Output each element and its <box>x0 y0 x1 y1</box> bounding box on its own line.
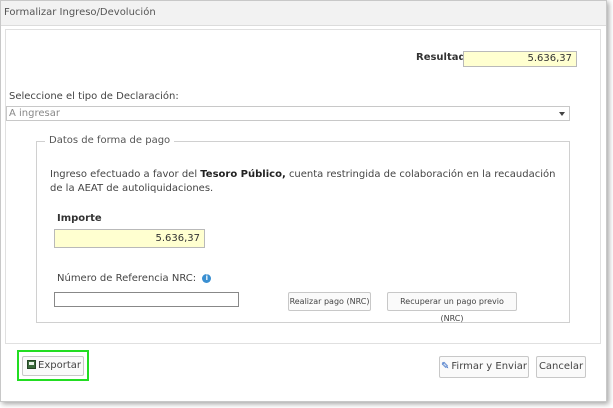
recuperar-pago-button[interactable]: Recuperar un pago previo (NRC) <box>387 292 517 323</box>
importe-field: 5.636,37 <box>54 229 205 248</box>
info-icon[interactable]: i <box>202 273 212 283</box>
nrc-label-text: Número de Referencia NRC: <box>57 273 197 284</box>
dialog-body: Resultado 5.636,37 Seleccione el tipo de… <box>5 29 601 344</box>
resultado-field: 5.636,37 <box>463 51 577 67</box>
declaracion-select-value: A ingresar <box>9 108 60 119</box>
firmar-label: Firmar y Enviar <box>451 361 527 372</box>
declaracion-label: Seleccione el tipo de Declaración: <box>9 91 179 102</box>
ingreso-text-bold: Tesoro Público, <box>200 169 286 180</box>
forma-pago-fieldset: Datos de forma de pago Ingreso efectuado… <box>36 135 570 323</box>
declaracion-select[interactable]: A ingresar <box>6 106 570 121</box>
formalizar-dialog: Formalizar Ingreso/Devolución Resultado … <box>0 0 607 402</box>
ingreso-description: Ingreso efectuado a favor del Tesoro Púb… <box>50 168 560 196</box>
dialog-title: Formalizar Ingreso/Devolución <box>1 1 606 26</box>
realizar-pago-button[interactable]: Realizar pago (NRC) <box>288 292 371 311</box>
exportar-button[interactable]: Exportar <box>22 356 84 376</box>
sign-icon: ✎ <box>441 361 450 372</box>
forma-pago-legend: Datos de forma de pago <box>45 135 175 146</box>
export-icon <box>27 359 36 369</box>
cancelar-button[interactable]: Cancelar <box>536 356 586 378</box>
firmar-enviar-button[interactable]: ✎ Firmar y Enviar <box>439 356 529 378</box>
importe-label: Importe <box>57 213 102 224</box>
nrc-label: Número de Referencia NRC: i <box>57 273 212 284</box>
nrc-input[interactable] <box>54 292 239 307</box>
chevron-down-icon[interactable] <box>559 112 565 116</box>
exportar-label: Exportar <box>38 360 81 371</box>
ingreso-text-prefix: Ingreso efectuado a favor del <box>50 169 198 180</box>
